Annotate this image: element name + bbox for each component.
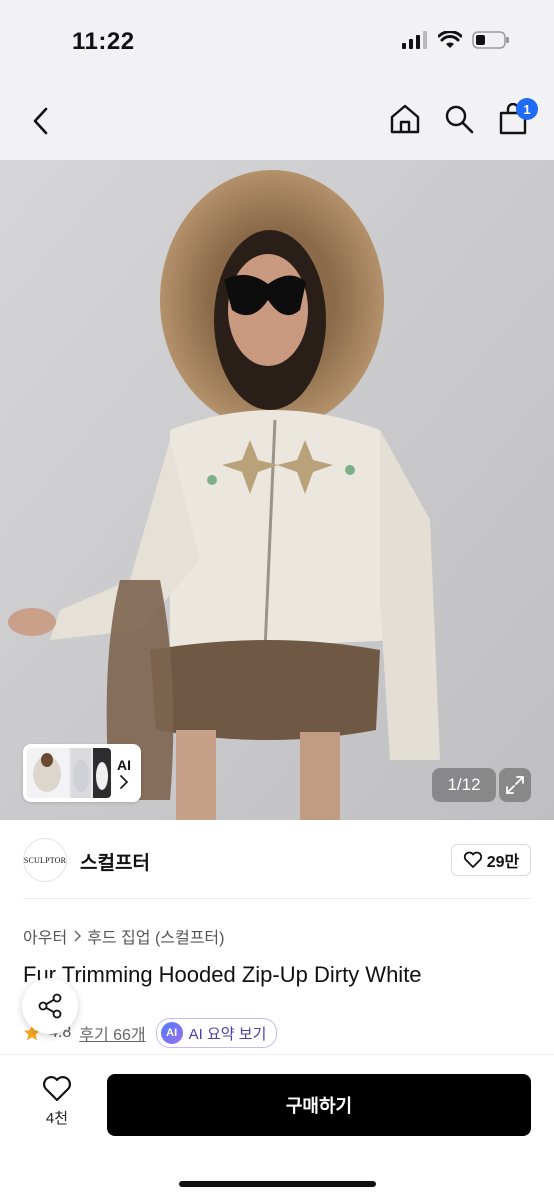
product-title: Fur Trimming Hooded Zip-Up Dirty White xyxy=(23,962,422,987)
search-button[interactable] xyxy=(442,100,476,138)
divider xyxy=(23,898,531,899)
chevron-right-icon xyxy=(120,775,129,789)
breadcrumb-item-outer[interactable]: 아우터 xyxy=(23,924,67,948)
home-button[interactable] xyxy=(388,100,422,138)
expand-icon xyxy=(506,776,524,794)
ai-summary-label: AI 요약 보기 xyxy=(188,1025,267,1043)
battery-icon xyxy=(472,31,509,49)
home-indicator xyxy=(179,1181,376,1187)
bottom-action-bar: 4천 구매하기 xyxy=(0,1054,554,1200)
image-counter: 1/12 xyxy=(432,768,496,802)
nav-bar: 1 xyxy=(0,82,554,160)
breadcrumb-item-hood-zipup[interactable]: 후드 집업 (스컬프터) xyxy=(87,924,224,948)
similar-items-thumbnail xyxy=(27,748,111,798)
brand-name[interactable]: 스컬프터 xyxy=(80,848,150,875)
expand-image-button[interactable] xyxy=(499,768,531,802)
buy-button[interactable]: 구매하기 xyxy=(107,1074,531,1136)
status-icons xyxy=(402,30,510,50)
ai-label-group: AI xyxy=(117,756,131,790)
signal-icon xyxy=(402,31,427,49)
heart-icon xyxy=(43,1076,71,1102)
home-icon xyxy=(390,104,420,134)
chevron-right-icon xyxy=(74,930,82,942)
product-image-gallery[interactable]: AI 1/12 xyxy=(0,160,554,820)
wishlist-count: 4천 xyxy=(45,1110,69,1127)
search-icon xyxy=(445,105,474,134)
back-button[interactable] xyxy=(24,102,58,140)
ai-summary-button[interactable]: AI AI 요약 보기 xyxy=(155,1018,278,1048)
share-icon xyxy=(38,993,62,1019)
breadcrumb: 아우터 후드 집업 (스컬프터) xyxy=(23,924,224,948)
reviews-link[interactable]: 후기 66개 xyxy=(79,1021,145,1045)
brand-like-count: 29만 xyxy=(486,854,520,871)
heart-icon xyxy=(463,851,482,868)
ai-label: AI xyxy=(117,757,131,773)
nav-actions: 1 xyxy=(388,98,538,138)
chevron-left-icon xyxy=(33,107,48,135)
wishlist-button[interactable]: 4천 xyxy=(32,1075,82,1128)
brand-row[interactable]: SCULPTOR 스컬프터 29만 xyxy=(0,820,554,900)
wifi-icon xyxy=(438,31,462,48)
brand-like-button[interactable]: 29만 xyxy=(451,844,531,876)
thumbnail-image xyxy=(27,748,111,798)
product-photo xyxy=(0,160,554,820)
status-bar: 11:22 xyxy=(0,0,554,82)
ai-summary-badge: AI xyxy=(160,1022,183,1044)
cart-button[interactable]: 1 xyxy=(496,98,538,138)
status-time: 11:22 xyxy=(72,28,135,55)
share-button[interactable] xyxy=(22,978,78,1034)
brand-logo[interactable]: SCULPTOR xyxy=(23,838,67,882)
cart-badge: 1 xyxy=(516,98,538,120)
ai-similar-items-button[interactable]: AI xyxy=(23,744,141,802)
